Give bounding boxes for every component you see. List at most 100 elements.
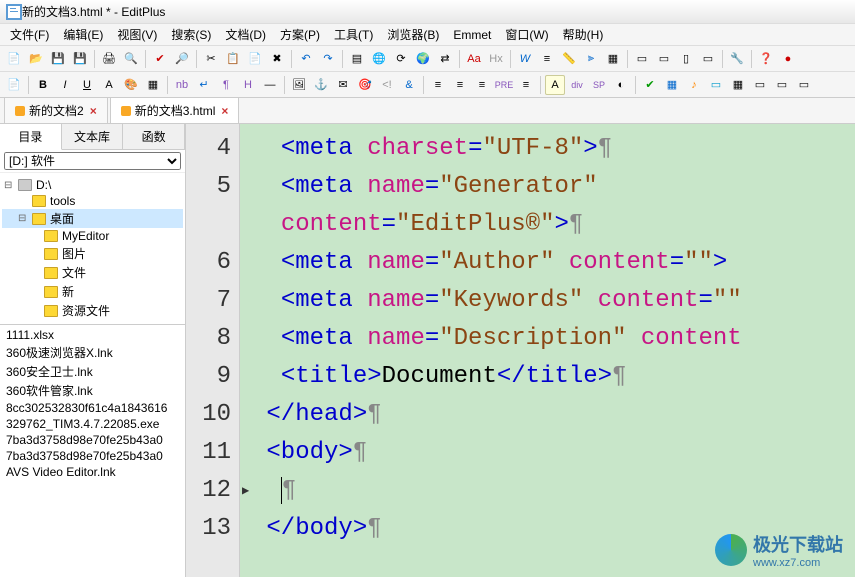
open-button[interactable]: 📂 (26, 49, 46, 69)
preview-button[interactable]: 🔍 (121, 49, 141, 69)
para-button[interactable]: ¶ (216, 75, 236, 95)
menu-tools[interactable]: 工具(T) (328, 24, 379, 45)
file-item[interactable]: 8cc302532830f61c4a1843616 (2, 400, 183, 416)
code-button[interactable]: ▤ (347, 49, 367, 69)
delete-button[interactable]: ✖ (267, 49, 287, 69)
font-aa-button[interactable]: Aa (464, 49, 484, 69)
span-button[interactable]: SP (589, 75, 609, 95)
tree-item[interactable]: 新 (2, 282, 183, 301)
tree-item[interactable]: ⊟D:\ (2, 177, 183, 193)
ruler-button[interactable]: 📏 (559, 49, 579, 69)
tree-item[interactable]: 图片 (2, 244, 183, 263)
target-button[interactable]: 🎯 (355, 75, 375, 95)
image-button[interactable]: 🖼 (289, 75, 309, 95)
textcolor-button[interactable]: A (545, 75, 565, 95)
align-right-button[interactable]: ≡ (472, 75, 492, 95)
tool-button[interactable]: 🔧 (727, 49, 747, 69)
media2-button[interactable]: ♪ (684, 75, 704, 95)
form-button[interactable]: ▭ (750, 75, 770, 95)
world-button[interactable]: 🌐 (369, 49, 389, 69)
hex-button[interactable]: Hx (486, 49, 506, 69)
font-color-button[interactable]: 🎨 (121, 75, 141, 95)
hr-button[interactable]: — (260, 75, 280, 95)
new-file-button[interactable]: 📄 (4, 49, 24, 69)
menu-project[interactable]: 方案(P) (274, 24, 326, 45)
globe-button[interactable]: 🌍 (413, 49, 433, 69)
cut-button[interactable]: ✂ (201, 49, 221, 69)
sidebar-tab-cliptext[interactable]: 文本库 (62, 124, 124, 149)
heading-button[interactable]: H (238, 75, 258, 95)
align-left-button[interactable]: ≡ (428, 75, 448, 95)
wrap-button[interactable]: W (515, 49, 535, 69)
italic-button[interactable]: I (55, 75, 75, 95)
menu-window[interactable]: 窗口(W) (499, 24, 554, 45)
tree-item[interactable]: 资源文件 (2, 301, 183, 320)
file-item[interactable]: 360软件管家.lnk (2, 381, 183, 400)
tab-doc2[interactable]: 新的文档2 × (4, 97, 108, 123)
close-icon[interactable]: × (90, 104, 97, 118)
save-all-button[interactable]: 💾 (70, 49, 90, 69)
comment-button[interactable]: <! (377, 75, 397, 95)
menu-help[interactable]: 帮助(H) (557, 24, 610, 45)
file-item[interactable]: AVS Video Editor.lnk (2, 464, 183, 480)
script-button[interactable]: ▭ (794, 75, 814, 95)
menu-browser[interactable]: 浏览器(B) (381, 24, 445, 45)
menu-emmet[interactable]: Emmet (447, 26, 497, 44)
code-content[interactable]: <meta charset="UTF-8">¶ <meta name="Gene… (240, 124, 855, 577)
doc-button[interactable]: 📄 (4, 75, 24, 95)
media3-button[interactable]: ▭ (706, 75, 726, 95)
tree-item[interactable]: tools (2, 193, 183, 209)
redo-button[interactable]: ↷ (318, 49, 338, 69)
grid-button[interactable]: ▦ (603, 49, 623, 69)
window2-button[interactable]: ▭ (654, 49, 674, 69)
underline-button[interactable]: U (77, 75, 97, 95)
window1-button[interactable]: ▭ (632, 49, 652, 69)
bold-button[interactable]: B (33, 75, 53, 95)
refresh-button[interactable]: ⟳ (391, 49, 411, 69)
media1-button[interactable]: ▦ (662, 75, 682, 95)
break-button[interactable]: ↵ (194, 75, 214, 95)
file-item[interactable]: 1111.xlsx (2, 327, 183, 343)
undo-button[interactable]: ↶ (296, 49, 316, 69)
help-button[interactable]: ❓ (756, 49, 776, 69)
spellcheck-button[interactable]: ✔ (150, 49, 170, 69)
mail-button[interactable]: ✉ (333, 75, 353, 95)
check-button[interactable]: ✔ (640, 75, 660, 95)
save-button[interactable]: 💾 (48, 49, 68, 69)
code-editor[interactable]: 45678910111213 <meta charset="UTF-8">¶ <… (186, 124, 855, 577)
table-button[interactable]: ▦ (728, 75, 748, 95)
paste-button[interactable]: 📄 (245, 49, 265, 69)
file-item[interactable]: 360安全卫士.lnk (2, 362, 183, 381)
print-button[interactable]: 🖨 (99, 49, 119, 69)
file-item[interactable]: 360极速浏览器X.lnk (2, 343, 183, 362)
file-item[interactable]: 329762_TIM3.4.7.22085.exe (2, 416, 183, 432)
list-button[interactable]: ≡ (516, 75, 536, 95)
nbsp-button[interactable]: nb (172, 75, 192, 95)
toggle-button[interactable]: ⇄ (435, 49, 455, 69)
search-button[interactable]: 🔎 (172, 49, 192, 69)
tree-item[interactable]: MyEditor (2, 228, 183, 244)
drive-dropdown[interactable]: [D:] 软件 (4, 152, 181, 170)
menu-file[interactable]: 文件(F) (4, 24, 55, 45)
sidebar-tab-directory[interactable]: 目录 (0, 124, 62, 150)
anchor-button[interactable]: ⚓ (311, 75, 331, 95)
menu-view[interactable]: 视图(V) (111, 24, 163, 45)
tree-item[interactable]: ⊟桌面 (2, 209, 183, 228)
align-center-button[interactable]: ≡ (450, 75, 470, 95)
window3-button[interactable]: ▭ (698, 49, 718, 69)
record-button[interactable]: ● (778, 49, 798, 69)
menu-edit[interactable]: 编辑(E) (57, 24, 109, 45)
sidebar-tab-functions[interactable]: 函数 (123, 124, 185, 149)
color-picker-button[interactable]: ▦ (143, 75, 163, 95)
menu-search[interactable]: 搜索(S) (165, 24, 217, 45)
font-face-button[interactable]: A (99, 75, 119, 95)
copy-button[interactable]: 📋 (223, 49, 243, 69)
tab-doc3[interactable]: 新的文档3.html × (110, 97, 240, 123)
columns-button[interactable]: ⫸ (581, 49, 601, 69)
tree-item[interactable]: 文件 (2, 263, 183, 282)
input-button[interactable]: ▭ (772, 75, 792, 95)
file-item[interactable]: 7ba3d3758d98e70fe25b43a0 (2, 432, 183, 448)
lines-button[interactable]: ≡ (537, 49, 557, 69)
pre-button[interactable]: PRE (494, 75, 514, 95)
div-button[interactable]: div (567, 75, 587, 95)
